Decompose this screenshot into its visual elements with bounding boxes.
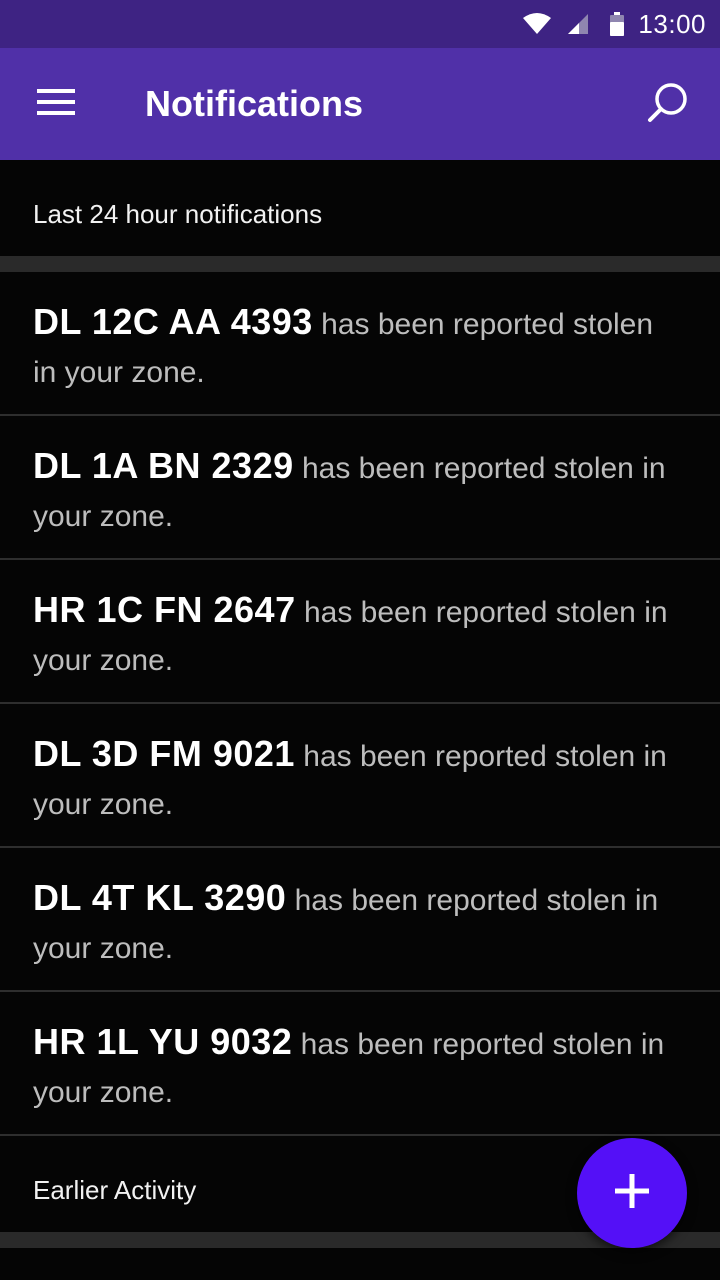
notification-item[interactable]: DL 12C AA 4393 has been reported stolen … bbox=[0, 272, 720, 416]
notification-text: DL 3D FM 9021 has been reported stolen i… bbox=[33, 730, 680, 829]
status-bar: 13:00 bbox=[0, 0, 720, 48]
section-label-recent: Last 24 hour notifications bbox=[33, 199, 323, 229]
plate-number: DL 4T KL 3290 bbox=[33, 877, 287, 918]
notification-item[interactable]: HR 1L YU 9032 has been reported stolen i… bbox=[0, 992, 720, 1136]
section-divider bbox=[0, 256, 720, 272]
notification-text: DL 12C AA 4393 has been reported stolen … bbox=[33, 298, 680, 397]
notification-list: DL 12C AA 4393 has been reported stolen … bbox=[0, 272, 720, 1136]
hamburger-menu-icon bbox=[37, 88, 75, 120]
plate-number: DL 3D FM 9021 bbox=[33, 733, 295, 774]
notification-text: DL 1A BN 2329 has been reported stolen i… bbox=[33, 442, 680, 541]
signal-icon bbox=[566, 12, 590, 36]
plate-number: DL 12C AA 4393 bbox=[33, 301, 313, 342]
notification-text: HR 1L YU 9032 has been reported stolen i… bbox=[33, 1018, 680, 1117]
notification-item[interactable]: HR 1C FN 2647 has been reported stolen i… bbox=[0, 560, 720, 704]
battery-icon bbox=[610, 12, 625, 36]
plate-number: HR 1L YU 9032 bbox=[33, 1021, 293, 1062]
menu-button[interactable] bbox=[24, 76, 88, 132]
wifi-icon bbox=[522, 12, 552, 36]
notification-item[interactable]: DL 1A BN 2329 has been reported stolen i… bbox=[0, 416, 720, 560]
section-header-recent: Last 24 hour notifications bbox=[0, 160, 720, 256]
plate-number: DL 1A BN 2329 bbox=[33, 445, 294, 486]
section-label-earlier: Earlier Activity bbox=[33, 1175, 197, 1205]
search-icon bbox=[646, 80, 690, 129]
plus-icon bbox=[615, 1173, 649, 1213]
add-fab-button[interactable] bbox=[577, 1138, 687, 1248]
plate-number: HR 1C FN 2647 bbox=[33, 589, 296, 630]
notification-item[interactable]: DL 4T KL 3290 has been reported stolen i… bbox=[0, 848, 720, 992]
page-title: Notifications bbox=[145, 83, 364, 124]
notification-text: HR 1C FN 2647 has been reported stolen i… bbox=[33, 586, 680, 685]
notification-text: DL 4T KL 3290 has been reported stolen i… bbox=[33, 874, 680, 973]
notification-item[interactable]: DL 3D FM 9021 has been reported stolen i… bbox=[0, 704, 720, 848]
search-button[interactable] bbox=[638, 74, 698, 134]
status-time: 13:00 bbox=[638, 8, 706, 39]
status-icons: 13:00 bbox=[522, 0, 706, 48]
app-bar: Notifications bbox=[0, 48, 720, 160]
